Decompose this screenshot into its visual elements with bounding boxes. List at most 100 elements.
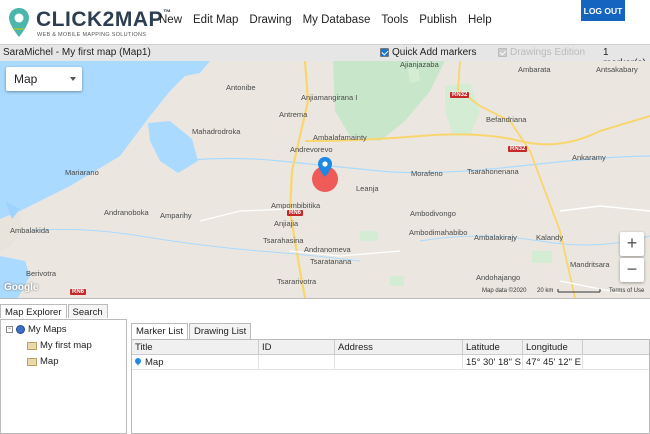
place-label: Antrema (279, 110, 308, 119)
place-label: Befandriana (486, 115, 527, 124)
minus-icon: − (626, 259, 638, 279)
place-label: Mahadrodroka (192, 127, 241, 136)
drawings-edition-toggle: Drawings Edition (498, 47, 585, 58)
bottom-panel: Map Explorer Search − My Maps My first m… (0, 298, 650, 434)
tree-item-map[interactable]: Map (27, 356, 58, 367)
place-label: Ajianjazaba (400, 61, 439, 69)
cell-title: Map (132, 355, 259, 370)
place-label: Ambarata (518, 65, 551, 74)
folder-icon (27, 357, 37, 366)
quick-add-checkbox[interactable] (380, 48, 389, 57)
table-header: Title ID Address Latitude Longitude (132, 340, 649, 355)
cell-longitude: 47° 45' 12" E (523, 355, 583, 370)
marker-table: Title ID Address Latitude Longitude Map … (131, 339, 650, 434)
place-label: Antonibe (226, 83, 256, 92)
menu-new[interactable]: New (159, 14, 182, 26)
place-label: Ambalakida (10, 226, 50, 235)
quick-add-label: Quick Add markers (392, 47, 477, 58)
collapse-icon[interactable]: − (6, 326, 13, 333)
place-label: Tsararivotra (277, 277, 317, 286)
column-empty (583, 340, 649, 355)
place-label: Andohajango (476, 273, 521, 282)
list-panel: Marker List Drawing List Title ID Addres… (131, 319, 650, 434)
logout-button[interactable]: LOG OUT (581, 0, 625, 21)
logo-text: CLICK2MAP™ (36, 8, 172, 31)
bay-area (148, 121, 198, 173)
road-shield: RN6 (70, 289, 87, 295)
place-label: Ambodivongo (410, 209, 456, 218)
map-type-selected: Map (14, 72, 38, 86)
zoom-in-button[interactable]: + (620, 232, 644, 256)
map-explorer-tree: − My Maps My first map Map (0, 319, 127, 434)
tab-marker-list[interactable]: Marker List (131, 323, 188, 339)
tree-root-label: My Maps (28, 324, 67, 335)
place-label: Kalandy (536, 233, 564, 242)
park-area (445, 83, 480, 136)
column-latitude[interactable]: Latitude (463, 340, 523, 355)
place-label: Amparihy (160, 211, 192, 220)
zoom-out-button[interactable]: − (620, 258, 644, 282)
place-label: Ampombibitika (271, 201, 321, 210)
chevron-down-icon (70, 77, 76, 81)
tab-search[interactable]: Search (67, 304, 108, 318)
place-label: Berivotra (26, 269, 57, 278)
map-canvas[interactable]: Map Ajianjazaba Ambarata Antsakabary Ant… (0, 61, 650, 298)
place-label: Leanja (356, 184, 379, 193)
table-row[interactable]: Map 15° 30' 18" S 47° 45' 12" E (132, 355, 649, 370)
place-label: Antsakabary (596, 65, 638, 74)
left-panel-tabs: Map Explorer Search (0, 304, 109, 318)
globe-icon (16, 325, 25, 334)
tree-root-my-maps[interactable]: − My Maps (6, 324, 67, 335)
place-label: Ambalakirajy (474, 233, 517, 242)
place-label: Tsaratanana (310, 257, 352, 266)
place-label: Tsarahasina (263, 236, 304, 245)
place-label: Anjiamangirana I (301, 93, 358, 102)
tree-item-my-first-map[interactable]: My first map (27, 340, 92, 351)
column-address[interactable]: Address (335, 340, 463, 355)
column-id[interactable]: ID (259, 340, 335, 355)
quick-add-markers-toggle[interactable]: Quick Add markers (380, 47, 476, 58)
place-label: Mariarano (65, 168, 99, 177)
cell-id (259, 355, 335, 370)
map-title-bar: SaraMichel - My first map (Map1) Quick A… (0, 44, 650, 69)
menu-drawing[interactable]: Drawing (249, 14, 291, 26)
tab-drawing-list[interactable]: Drawing List (188, 323, 252, 339)
map-title: SaraMichel - My first map (Map1) (3, 47, 151, 58)
cell-address (335, 355, 463, 370)
tab-map-explorer[interactable]: Map Explorer (0, 304, 67, 318)
place-label: Anjiajia (274, 219, 299, 228)
cell-latitude: 15° 30' 18" S (463, 355, 523, 370)
marker-pin-icon (133, 356, 143, 366)
place-label: Tsarahonenana (467, 167, 519, 176)
place-label: Ankaramy (572, 153, 606, 162)
column-title[interactable]: Title (132, 340, 259, 355)
river (419, 235, 650, 246)
app-header: CLICK2MAP™ WEB & MOBILE MAPPING SOLUTION… (0, 0, 650, 44)
place-label: Ambodimahabibo (409, 228, 468, 237)
drawings-edition-checkbox (498, 48, 507, 57)
folder-icon (27, 341, 37, 350)
logo-pin-icon (9, 8, 29, 37)
place-label: Ambalafamainty (313, 133, 367, 142)
menu-help[interactable]: Help (468, 14, 492, 26)
scale-label: 20 km (537, 288, 554, 294)
map-type-dropdown[interactable]: Map (6, 67, 82, 91)
plus-icon: + (626, 233, 638, 253)
main-menu: New Edit Map Drawing My Database Tools P… (159, 14, 503, 26)
scale-bar (557, 289, 601, 293)
menu-edit-map[interactable]: Edit Map (193, 14, 238, 26)
list-panel-tabs: Marker List Drawing List (131, 323, 252, 339)
click2map-logo[interactable]: CLICK2MAP™ WEB & MOBILE MAPPING SOLUTION… (6, 5, 171, 41)
menu-publish[interactable]: Publish (419, 14, 457, 26)
place-label: Morafeno (411, 169, 443, 178)
road-shield: RN32 (508, 146, 528, 152)
menu-tools[interactable]: Tools (381, 14, 408, 26)
menu-my-database[interactable]: My Database (303, 14, 371, 26)
terms-of-use-link[interactable]: Terms of Use (609, 288, 644, 298)
tree-item-label: My first map (40, 340, 92, 351)
place-label: Andrevorevo (290, 145, 333, 154)
road-shield: RN32 (450, 92, 470, 98)
tree-item-label: Map (40, 356, 59, 367)
place-label: Mandritsara (570, 260, 610, 269)
column-longitude[interactable]: Longitude (523, 340, 583, 355)
